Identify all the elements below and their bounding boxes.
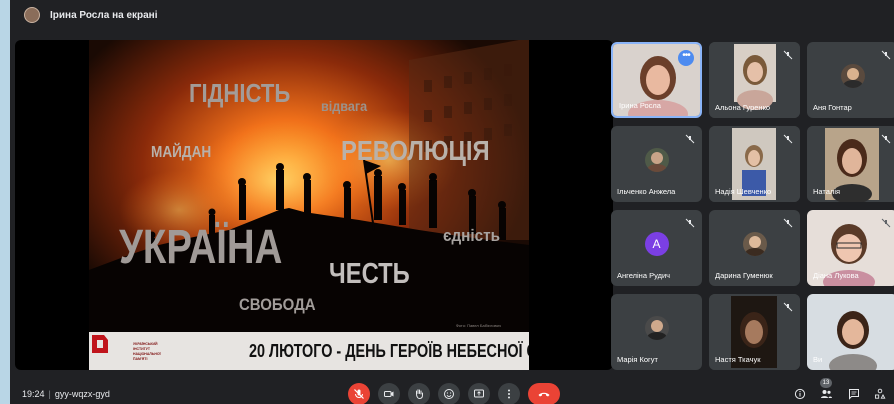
mic-off-icon [783,218,793,228]
emoji-icon [444,389,454,399]
participant-name: Ангеліна Рудич [617,271,671,280]
mic-off-icon [354,389,364,399]
more-icon [508,389,510,399]
mic-off-icon [881,50,891,60]
presenting-header: Ірина Росла на екрані [10,0,894,30]
meeting-code: gyy-wqzx-gyd [54,389,110,399]
slide-banner: УКРАЇНСЬКИЙ ІНСТИТУТ НАЦІОНАЛЬНОЇ ПАМ'ЯТ… [89,332,529,370]
participant-avatar [644,148,669,172]
slide-word-chest: ЧЕСТЬ [329,258,410,290]
participant-name: Марія Когут [617,355,658,364]
chat-icon [849,389,859,400]
participant-name: Альона Гуренко [715,103,771,112]
presenter-avatar [24,7,40,23]
activities-icon [875,388,886,399]
separator: | [48,389,51,399]
leave-call-button[interactable] [528,383,560,404]
slide-word-revolutsia: РЕВОЛЮЦІЯ [341,135,490,166]
slide-word-vidvaga: відвага [321,98,368,114]
slide-word-ukraina: УКРАЇНА [119,221,283,274]
mic-off-icon [881,218,891,228]
present-icon [474,389,484,398]
raise-hand-button[interactable] [408,383,430,404]
meet-window: Ірина Росла на екрані ГІДНІСТЬ відвага М… [10,0,894,404]
end-call-icon [538,392,550,397]
mic-off-icon [685,134,695,144]
participant-name: Наталія [813,187,841,196]
participant-tile[interactable]: А Ангеліна Рудич [611,210,702,286]
participant-name: Дарина Гуменюк [715,271,773,280]
participant-avatar: А [644,232,669,256]
institute-name: УКРАЇНСЬКИЙ ІНСТИТУТ НАЦІОНАЛЬНОЇ ПАМ'ЯТ… [133,342,161,361]
participant-name: Аня Гонтар [813,103,852,112]
photo-credit: Фото: Павел Бабієлович [455,323,501,328]
slide-word-maidan: МАЙДАН [151,144,212,161]
institute-logo-icon [92,335,108,353]
participant-avatar [742,232,767,256]
slide-word-svoboda: СВОБОДА [239,295,316,314]
maidan-fire-image [89,40,529,370]
participant-tile[interactable]: Ільченко Анжела [611,126,702,202]
presentation-stage[interactable]: ГІДНІСТЬ відвага МАЙДАН РЕВОЛЮЦІЯ УКРАЇН… [15,40,613,370]
participant-tile[interactable]: Настя Ткачук [709,294,800,370]
participant-tile[interactable]: Діана Лукова [807,210,894,286]
participant-tile[interactable]: Альона Гуренко [709,42,800,118]
people-icon [820,390,832,398]
presenting-label: Ірина Росла на екрані [50,9,158,21]
activities-button[interactable] [872,386,888,402]
bottom-toolbar: 19:24 | gyy-wqzx-gyd [10,377,894,404]
participant-tile[interactable]: Наталія [807,126,894,202]
participant-grid: ••• Ірина Росла Альона Гуренко Аня Гонта… [611,42,894,370]
more-options-button[interactable] [498,383,520,404]
camera-icon [384,391,394,397]
mic-off-icon [783,50,793,60]
participant-name: Ільченко Анжела [617,187,676,196]
meeting-details: 19:24 | gyy-wqzx-gyd [22,389,110,399]
participant-name: Надія Шевченко [715,187,772,196]
mic-toggle-button[interactable] [348,383,370,404]
slide-word-ednist: єдність [443,226,501,245]
current-time: 19:24 [22,389,45,399]
banner-title: 20 ЛЮТОГО - ДЕНЬ ГЕРОЇВ НЕБЕСНОЇ СОТНІ - [249,341,529,361]
meeting-info-button[interactable] [792,386,808,402]
presentation-slide: ГІДНІСТЬ відвага МАЙДАН РЕВОЛЮЦІЯ УКРАЇН… [89,40,529,370]
participant-options-icon[interactable]: ••• [678,50,694,66]
emoji-button[interactable] [438,383,460,404]
participant-tile[interactable]: Надія Шевченко [709,126,800,202]
slide-word-gidnist: ГІДНІСТЬ [189,78,291,108]
participant-name: Настя Ткачук [715,355,761,364]
mic-off-icon [783,134,793,144]
info-icon [794,388,806,400]
participant-name: Ви [813,355,823,364]
mic-off-icon [783,302,793,312]
participant-count-badge: 13 [820,378,832,388]
mic-off-icon [685,218,695,228]
present-button[interactable] [468,383,490,404]
participant-tile[interactable]: Дарина Гуменюк [709,210,800,286]
people-button[interactable] [818,386,834,402]
participant-tile[interactable]: Марія Когут [611,294,702,370]
participant-name: Діана Лукова [813,271,859,280]
participant-avatar [644,316,669,340]
participant-tile[interactable]: Аня Гонтар [807,42,894,118]
participant-avatar [840,64,865,88]
mic-off-icon [881,134,891,144]
participant-name: Ірина Росла [619,101,661,110]
chat-button[interactable] [846,386,862,402]
raise-hand-icon [416,389,423,400]
participant-tile[interactable]: ••• Ірина Росла [611,42,702,118]
camera-toggle-button[interactable] [378,383,400,404]
participant-tile-self[interactable]: Ви [807,294,894,370]
